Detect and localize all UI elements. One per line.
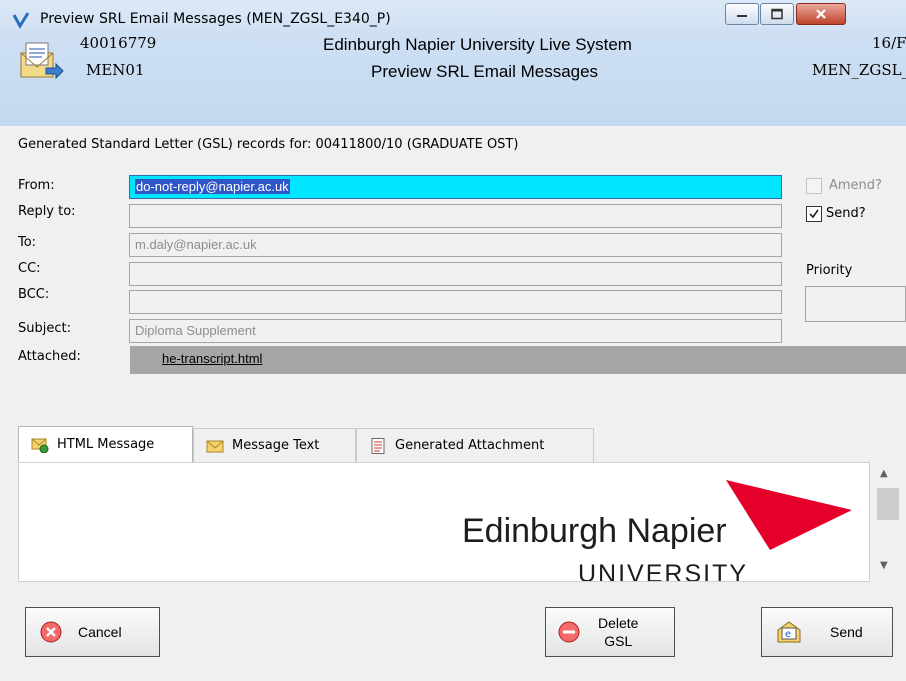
scroll-thumb[interactable]: [877, 488, 899, 520]
preview-scrollbar[interactable]: [870, 462, 906, 582]
reply-to-label: Reply to:: [18, 204, 76, 219]
delete-gsl-label: Delete GSL: [598, 614, 638, 650]
window-title: Preview SRL Email Messages (MEN_ZGSL_E34…: [40, 11, 391, 27]
priority-label: Priority: [806, 263, 853, 278]
delete-gsl-button[interactable]: Delete GSL: [545, 607, 675, 657]
bcc-label: BCC:: [18, 287, 50, 302]
logo-subtitle-clip: UNIVERSITY: [578, 560, 778, 581]
minimize-icon: [737, 15, 747, 17]
envelope-globe-icon: [31, 438, 49, 453]
priority-field[interactable]: [805, 286, 906, 322]
from-field[interactable]: do-not-reply@napier.ac.uk: [129, 175, 782, 199]
napier-logo-triangle: [726, 480, 852, 550]
user-id: MEN01: [86, 61, 145, 79]
delete-label-line1: Delete: [598, 615, 639, 631]
from-label: From:: [18, 178, 55, 193]
to-field[interactable]: m.daly@napier.ac.uk: [129, 233, 782, 257]
system-name: Edinburgh Napier University Live System: [323, 35, 632, 54]
delete-label-line2: GSL: [604, 633, 633, 649]
logo-text: Edinburgh Napier: [462, 512, 727, 550]
from-value: do-not-reply@napier.ac.uk: [135, 179, 290, 194]
cancel-icon: [40, 621, 62, 643]
tab-html-message[interactable]: HTML Message: [18, 426, 193, 462]
bcc-field[interactable]: [129, 290, 782, 314]
checkmark-icon: [809, 209, 819, 219]
cancel-button[interactable]: Cancel: [25, 607, 160, 657]
checkmark-app-icon: [12, 12, 30, 29]
send-checkbox[interactable]: [806, 206, 822, 222]
maximize-button[interactable]: [760, 3, 794, 25]
envelope-icon: [206, 440, 224, 452]
date-field: 16/F: [872, 34, 906, 52]
envelope-letter-icon: [20, 42, 64, 80]
program-name: MEN_ZGSL_: [812, 61, 906, 79]
tab-html-message-label: HTML Message: [57, 437, 155, 452]
send-label: Send: [830, 624, 863, 640]
amend-checkbox[interactable]: [806, 178, 822, 194]
send-checkbox-label: Send?: [826, 206, 866, 221]
cc-field[interactable]: [129, 262, 782, 286]
gsl-caption: Generated Standard Letter (GSL) records …: [18, 137, 519, 152]
close-button[interactable]: [796, 3, 846, 25]
send-email-icon: e: [777, 621, 801, 643]
record-id: 40016779: [80, 34, 157, 52]
attachment-link[interactable]: he-transcript.html: [162, 351, 262, 366]
delete-icon: [558, 621, 580, 643]
svg-text:e: e: [785, 629, 791, 640]
cc-label: CC:: [18, 261, 41, 276]
minimize-button[interactable]: [725, 3, 759, 25]
reply-to-field[interactable]: [129, 204, 782, 228]
scroll-down-icon[interactable]: ▼: [880, 560, 888, 571]
scroll-up-icon[interactable]: ▲: [880, 468, 888, 479]
tab-generated-attachment-label: Generated Attachment: [395, 438, 545, 453]
tab-message-text-label: Message Text: [232, 438, 320, 453]
cancel-label: Cancel: [78, 624, 122, 640]
tab-generated-attachment[interactable]: Generated Attachment: [356, 428, 594, 462]
amend-label: Amend?: [829, 178, 882, 193]
send-button[interactable]: e Send: [761, 607, 893, 657]
to-label: To:: [18, 235, 37, 250]
document-icon: [371, 437, 385, 454]
close-icon: [816, 9, 826, 19]
logo-subtitle: UNIVERSITY: [578, 560, 749, 581]
attached-label: Attached:: [18, 349, 81, 364]
tab-message-text[interactable]: Message Text: [193, 428, 356, 462]
maximize-icon: [771, 8, 783, 20]
subject-field[interactable]: Diploma Supplement: [129, 319, 782, 343]
screen-title: Preview SRL Email Messages: [371, 62, 599, 81]
subject-label: Subject:: [18, 321, 71, 336]
